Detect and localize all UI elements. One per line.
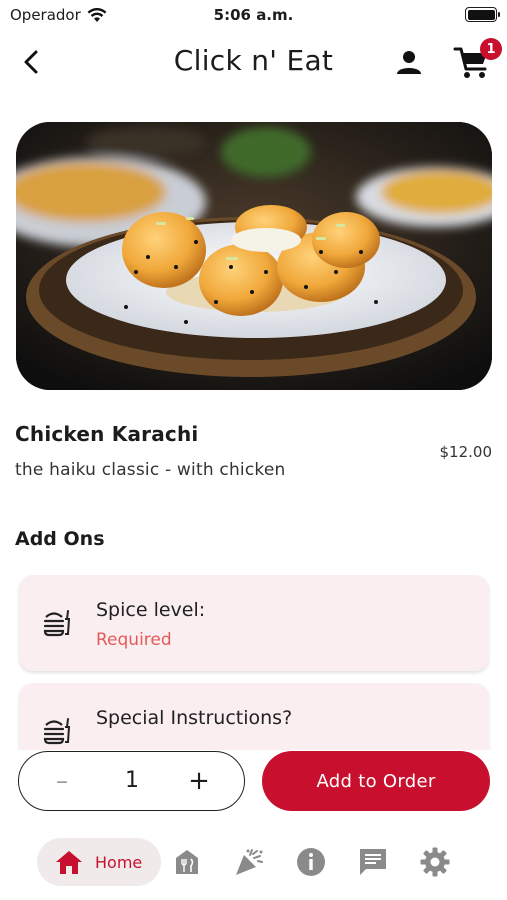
option-special-instructions[interactable]: Special Instructions? bbox=[19, 683, 489, 750]
decrease-quantity-button[interactable]: – bbox=[47, 766, 77, 796]
burger-icon bbox=[43, 610, 71, 637]
addons-heading: Add Ons bbox=[15, 528, 105, 550]
addons-list: Spice level: Required Special Instructio… bbox=[0, 560, 507, 750]
info-icon[interactable] bbox=[295, 846, 327, 878]
party-popper-icon[interactable] bbox=[233, 846, 265, 878]
nav-home-label: Home bbox=[95, 852, 143, 872]
battery-icon bbox=[465, 7, 500, 22]
option-title: Spice level: bbox=[96, 599, 206, 621]
option-spice-level[interactable]: Spice level: Required bbox=[19, 575, 489, 671]
item-name: Chicken Karachi bbox=[15, 422, 199, 446]
user-icon bbox=[397, 51, 421, 74]
nav-item-home[interactable]: Home bbox=[37, 838, 161, 886]
cart-count-badge: 1 bbox=[480, 38, 502, 60]
settings-icon[interactable] bbox=[419, 846, 451, 878]
burger-icon bbox=[43, 718, 71, 745]
bottom-nav: Home bbox=[0, 832, 507, 892]
quantity-stepper: – 1 + bbox=[18, 751, 245, 811]
add-to-order-button[interactable]: Add to Order bbox=[262, 751, 490, 811]
option-title: Special Instructions? bbox=[96, 707, 293, 729]
chat-icon[interactable] bbox=[357, 846, 389, 878]
option-required-label: Required bbox=[96, 630, 172, 650]
item-price: $12.00 bbox=[439, 443, 493, 461]
profile-button[interactable] bbox=[394, 48, 424, 78]
status-time: 5:06 a.m. bbox=[213, 6, 294, 24]
status-bar: Operador 5:06 a.m. bbox=[0, 0, 507, 30]
home-icon bbox=[56, 851, 82, 874]
item-description: the haiku classic - with chicken bbox=[15, 460, 286, 480]
app-bar: Click n' Eat bbox=[0, 36, 507, 88]
food-image bbox=[16, 122, 492, 390]
restaurant-icon[interactable] bbox=[171, 846, 203, 878]
increase-quantity-button[interactable]: + bbox=[184, 766, 214, 796]
app-title: Click n' Eat bbox=[173, 44, 334, 77]
quantity-value: 1 bbox=[125, 768, 139, 793]
